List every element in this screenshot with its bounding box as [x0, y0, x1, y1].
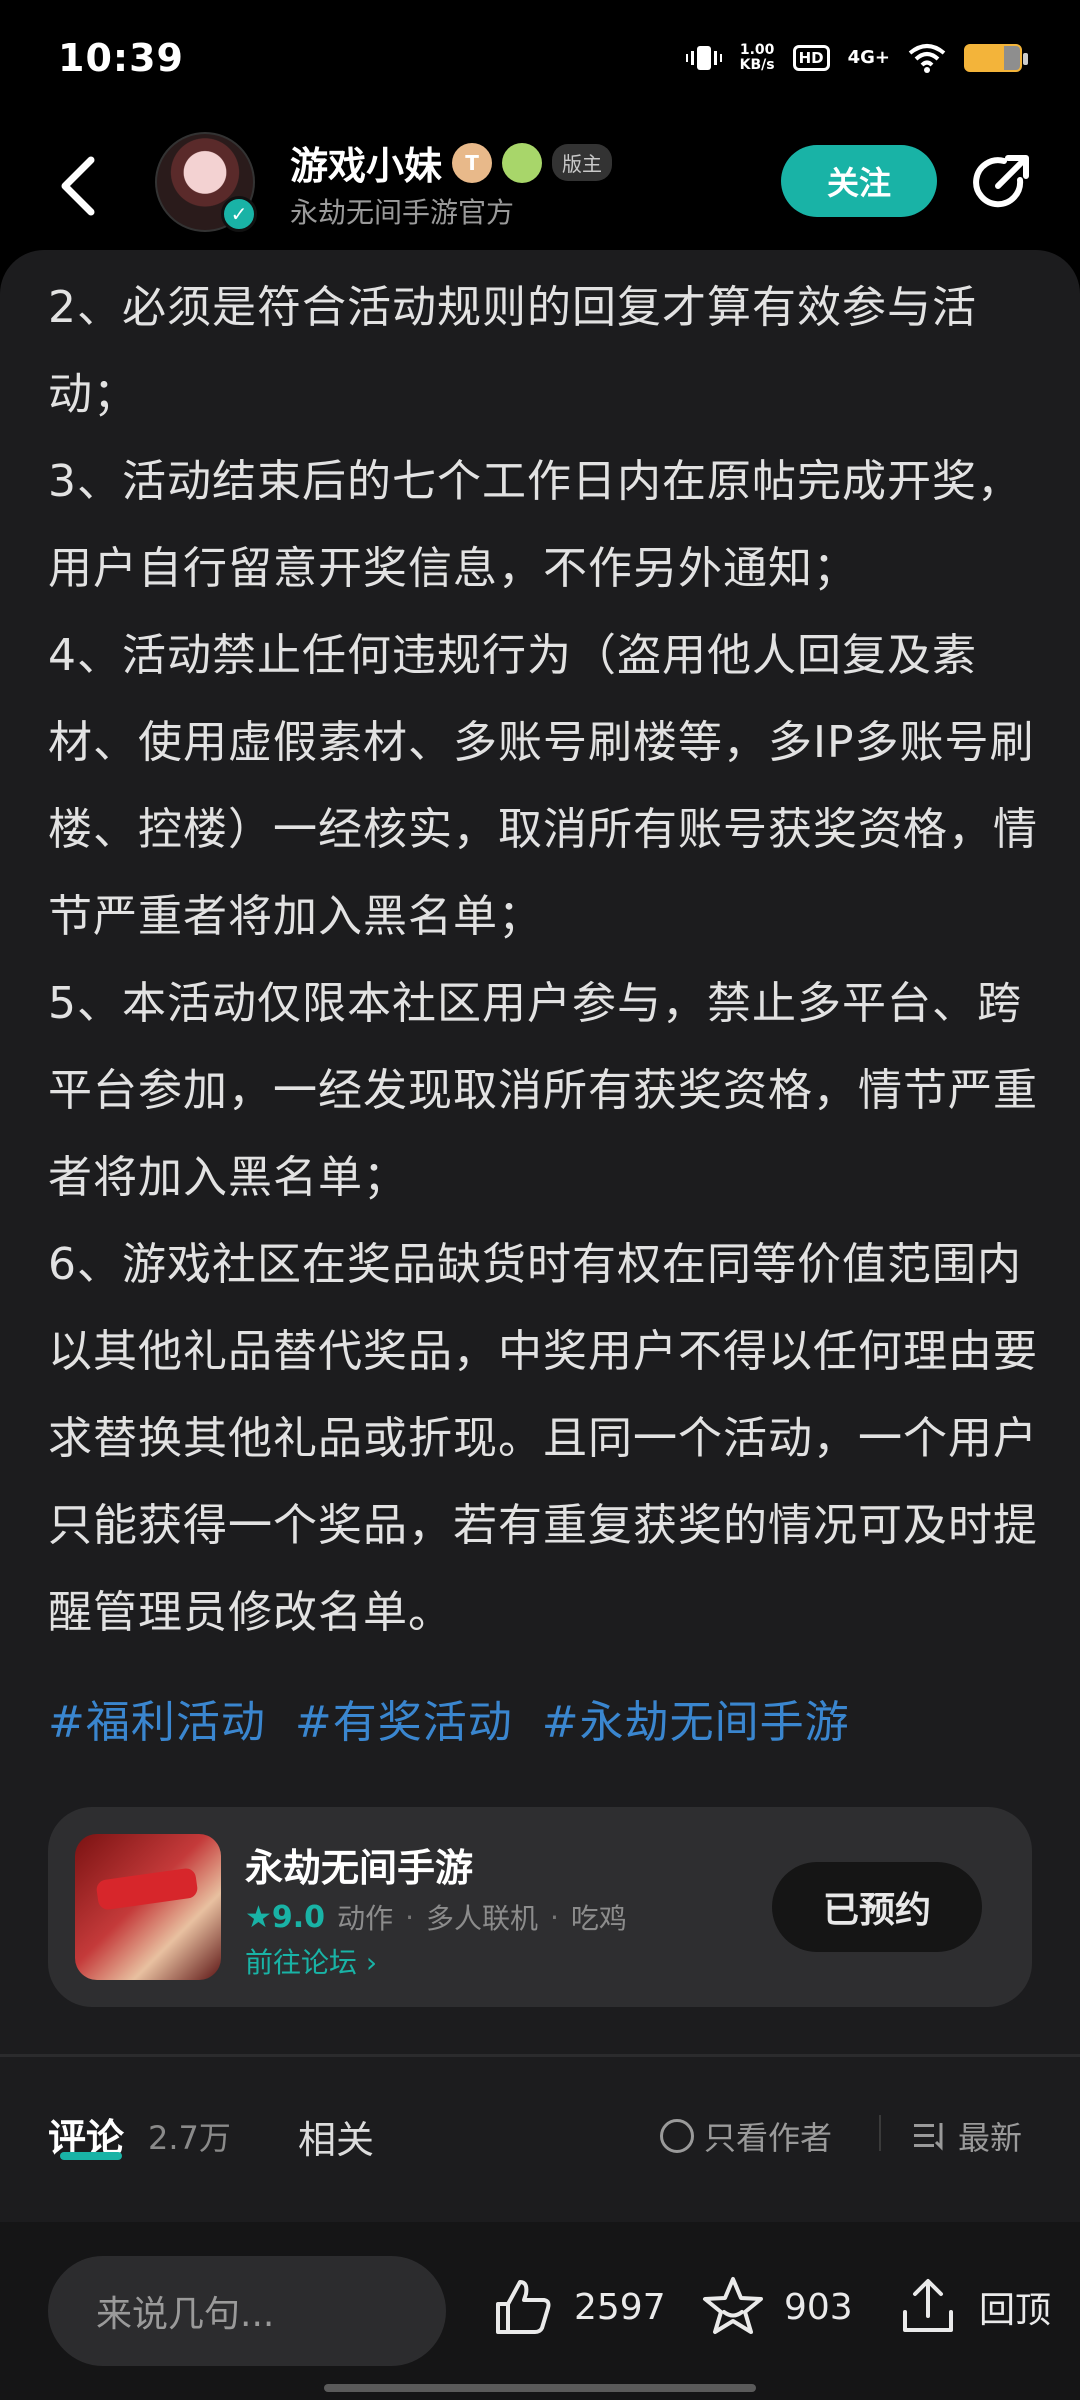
signal-icon: 4G+ — [847, 47, 890, 68]
like-button[interactable]: 2597 — [490, 2274, 666, 2340]
tag-link[interactable]: #永劫无间手游 — [542, 1697, 850, 1748]
game-genre: 吃鸡 — [570, 1902, 627, 1935]
status-bar: 10:39 1.00 KB/s HD 4G+ — [0, 0, 1080, 115]
hd-icon: HD — [792, 44, 830, 71]
avatar[interactable]: ✓ — [155, 132, 257, 232]
home-indicator[interactable] — [324, 2384, 756, 2392]
game-meta: ★9.0 动作 · 多人联机 · 吃鸡 — [245, 1897, 627, 1937]
verified-icon: ✓ — [221, 196, 257, 232]
tab-related[interactable]: 相关 — [298, 2109, 374, 2164]
game-card[interactable]: 永劫无间手游 ★9.0 动作 · 多人联机 · 吃鸡 前往论坛 › 已预约 — [48, 1807, 1032, 2007]
back-to-top-label: 回顶 — [979, 2290, 1052, 2331]
post-header: ✓ 游戏小妹 T 版主 永劫无间手游官方 关注 — [0, 115, 1080, 255]
back-arrow-icon — [61, 156, 95, 216]
status-icons: 1.00 KB/s HD 4G+ — [685, 41, 1028, 73]
tag-link[interactable]: #有奖活动 — [295, 1697, 513, 1748]
star-outline-icon — [703, 2277, 763, 2334]
vibrate-icon — [685, 45, 722, 70]
post-body: 2、必须是符合活动规则的回复才算有效参与活动； 3、活动结束后的七个工作日内在原… — [48, 264, 1038, 1656]
star-icon: ★ — [245, 1899, 272, 1935]
bottom-action-bar: 来说几句... 2597 903 回顶 — [0, 2222, 1080, 2400]
like-count: 2597 — [574, 2286, 666, 2328]
upload-arrow-icon — [903, 2279, 953, 2332]
back-button[interactable] — [52, 151, 102, 221]
post-paragraph: 4、活动禁止任何违规行为（盗用他人回复及素材、使用虚假素材、多账号刷楼等，多IP… — [48, 630, 1038, 942]
post-paragraph: 3、活动结束后的七个工作日内在原帖完成开奖，用户自行留意开奖信息，不作另外通知； — [48, 456, 1022, 594]
back-to-top-button[interactable]: 回顶 — [895, 2274, 1051, 2340]
post-content-panel: 2、必须是符合活动规则的回复才算有效参与活动； 3、活动结束后的七个工作日内在原… — [0, 250, 1080, 2056]
forum-link[interactable]: 前往论坛 › — [245, 1941, 377, 1981]
post-paragraph: 2、必须是符合活动规则的回复才算有效参与活动； — [48, 282, 977, 420]
game-title: 永劫无间手游 — [245, 1846, 474, 1890]
game-icon — [75, 1834, 221, 1980]
post-paragraph: 6、游戏社区在奖品缺货时有权在同等价值范围内以其他礼品替代奖品，中奖用户不得以任… — [48, 1239, 1038, 1638]
follow-button[interactable]: 关注 — [781, 145, 937, 217]
wifi-icon — [908, 43, 946, 73]
favorite-button[interactable]: 903 — [700, 2274, 853, 2340]
author-subtitle: 永劫无间手游官方 — [290, 196, 515, 229]
game-genre: 动作 — [337, 1902, 394, 1935]
moderator-badge: 版主 — [552, 144, 613, 181]
share-button[interactable] — [968, 150, 1034, 216]
comment-count: 2.7万 — [148, 2119, 231, 2157]
tab-active-indicator — [60, 2152, 122, 2160]
only-author-toggle[interactable]: 只看作者 — [660, 2113, 832, 2159]
status-time: 10:39 — [58, 35, 184, 80]
author-name-row[interactable]: 游戏小妹 T 版主 — [290, 135, 613, 190]
battery-icon — [964, 43, 1028, 72]
sort-latest-button[interactable]: 最新 — [914, 2113, 1022, 2159]
favorite-count: 903 — [784, 2286, 853, 2328]
tag-list: #福利活动 #有奖活动 #永劫无间手游 — [48, 1686, 864, 1750]
comment-tabs: 评论 2.7万 相关 只看作者 最新 — [0, 2057, 1080, 2222]
chevron-right-icon: › — [365, 1946, 378, 1979]
reserved-button[interactable]: 已预约 — [772, 1862, 982, 1952]
character-badge-icon — [502, 142, 543, 183]
author-name: 游戏小妹 — [290, 144, 443, 188]
share-icon — [973, 155, 1029, 208]
separator — [879, 2115, 881, 2151]
net-speed: 1.00 KB/s — [739, 41, 775, 73]
radio-icon — [660, 2119, 694, 2153]
post-paragraph: 5、本活动仅限本社区用户参与，禁止多平台、跨平台参加，一经发现取消所有获奖资格，… — [48, 978, 1038, 1203]
comment-input[interactable]: 来说几句... — [48, 2256, 446, 2366]
tag-link[interactable]: #福利活动 — [48, 1697, 266, 1748]
thumbs-up-icon — [496, 2280, 551, 2334]
game-rating: ★9.0 — [245, 1899, 326, 1935]
sort-icon — [914, 2123, 943, 2151]
level-badge-icon: T — [452, 142, 493, 183]
game-genre: 多人联机 — [425, 1902, 538, 1935]
